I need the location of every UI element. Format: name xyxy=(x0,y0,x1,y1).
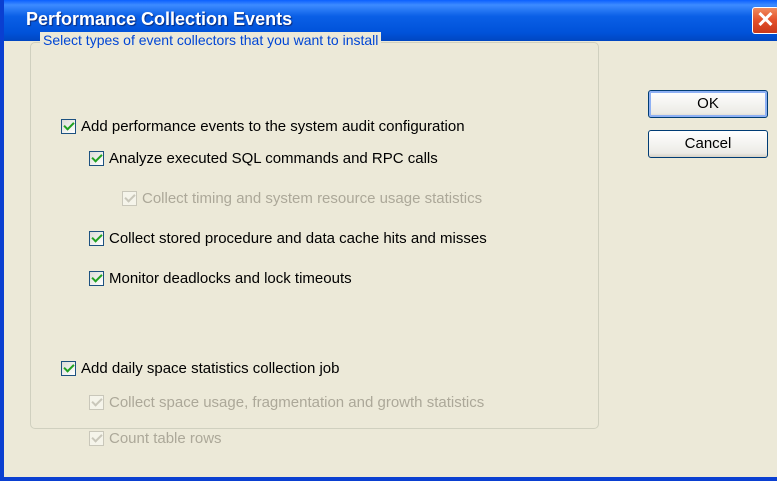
checkbox-label: Count table rows xyxy=(109,430,222,447)
checkbox-add-daily-space[interactable]: Add daily space statistics collection jo… xyxy=(61,360,339,377)
checkbox-label: Collect space usage, fragmentation and g… xyxy=(109,394,485,411)
cancel-button[interactable]: Cancel xyxy=(648,130,768,158)
checkbox-checked-icon xyxy=(89,395,104,410)
checkbox-label: Monitor deadlocks and lock timeouts xyxy=(109,270,352,287)
checkbox-collect-timing: Collect timing and system resource usage… xyxy=(122,190,482,207)
close-icon: ✕ xyxy=(756,7,775,32)
checkbox-checked-icon[interactable] xyxy=(61,119,76,134)
checkbox-count-table-rows: Count table rows xyxy=(89,430,222,447)
checkbox-checked-icon[interactable] xyxy=(61,361,76,376)
checkbox-checked-icon xyxy=(89,431,104,446)
checkbox-collect-space-usage: Collect space usage, fragmentation and g… xyxy=(89,394,484,411)
checkbox-checked-icon[interactable] xyxy=(89,271,104,286)
checkbox-checked-icon[interactable] xyxy=(89,231,104,246)
checkbox-label: Analyze executed SQL commands and RPC ca… xyxy=(109,150,438,167)
dialog-window: Performance Collection Events ✕ Select t… xyxy=(0,0,777,481)
close-button[interactable]: ✕ xyxy=(752,7,777,34)
window-title: Performance Collection Events xyxy=(26,9,293,29)
checkbox-collect-stored-proc[interactable]: Collect stored procedure and data cache … xyxy=(89,230,487,247)
checkbox-add-perf-events[interactable]: Add performance events to the system aud… xyxy=(61,118,465,135)
checkbox-label: Collect stored procedure and data cache … xyxy=(109,230,487,247)
checkbox-checked-icon xyxy=(122,191,137,206)
checkbox-monitor-deadlocks[interactable]: Monitor deadlocks and lock timeouts xyxy=(89,270,352,287)
ok-button[interactable]: OK xyxy=(648,90,768,118)
checkbox-checked-icon[interactable] xyxy=(89,151,104,166)
checkbox-label: Add daily space statistics collection jo… xyxy=(81,360,340,377)
checkbox-label: Add performance events to the system aud… xyxy=(81,118,465,135)
checkbox-analyze-sql[interactable]: Analyze executed SQL commands and RPC ca… xyxy=(89,150,438,167)
groupbox-legend: Select types of event collectors that yo… xyxy=(40,32,382,48)
checkbox-label: Collect timing and system resource usage… xyxy=(142,190,483,207)
